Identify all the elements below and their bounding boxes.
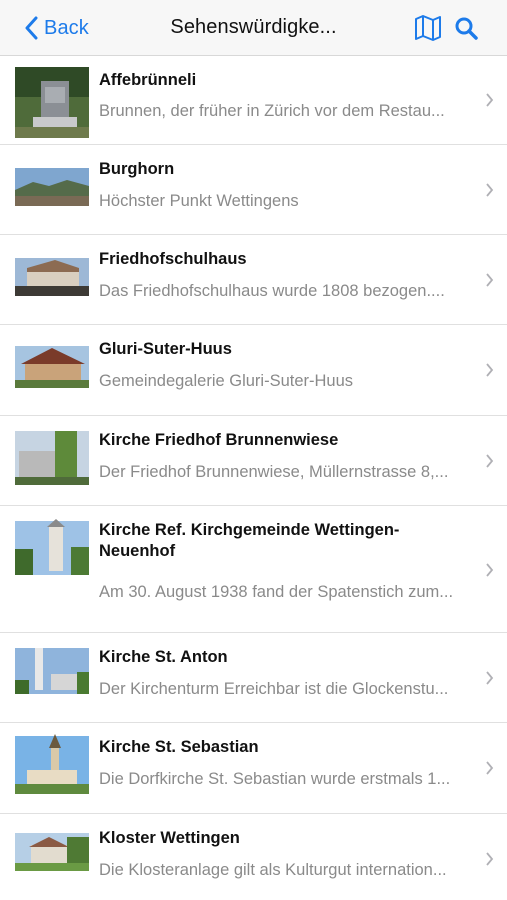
thumbnail-image bbox=[15, 644, 89, 715]
navigation-bar: Back Sehenswürdigke... bbox=[0, 0, 507, 56]
thumbnail-image bbox=[15, 825, 89, 896]
chevron-right-icon bbox=[486, 183, 494, 197]
list-item[interactable]: Kirche St. Sebastian Die Dorfkirche St. … bbox=[0, 723, 507, 814]
thumbnail-image bbox=[15, 156, 89, 227]
item-title: Kloster Wettingen bbox=[99, 829, 240, 847]
item-subtitle: Höchster Punkt Wettingens bbox=[99, 192, 299, 210]
item-title: Friedhofschulhaus bbox=[99, 250, 247, 268]
list-item[interactable]: Kirche Ref. Kirchgemeinde Wettingen-Neue… bbox=[0, 506, 507, 633]
search-icon[interactable] bbox=[454, 16, 478, 40]
chevron-right-icon bbox=[486, 454, 494, 468]
chevron-right-icon bbox=[486, 563, 494, 577]
list-item[interactable]: Affebrünneli Brunnen, der früher in Züri… bbox=[0, 56, 507, 145]
item-subtitle: Gemeindegalerie Gluri-Suter-Huus bbox=[99, 372, 354, 390]
item-subtitle: Die Klosteranlage gilt als Kulturgut int… bbox=[99, 861, 447, 879]
chevron-right-icon bbox=[486, 273, 494, 287]
list-item[interactable]: Kirche St. Anton Der Kirchenturm Erreich… bbox=[0, 633, 507, 723]
list-item[interactable]: Friedhofschulhaus Das Friedhofschulhaus … bbox=[0, 235, 507, 325]
chevron-right-icon bbox=[486, 761, 494, 775]
item-title: Affebrünneli bbox=[99, 71, 197, 89]
item-title: Kirche St. Sebastian bbox=[99, 738, 259, 756]
item-title: Gluri-Suter-Huus bbox=[99, 340, 232, 358]
item-title: Kirche Friedhof Brunnenwiese bbox=[99, 431, 339, 449]
item-subtitle: Am 30. August 1938 fand der Spatenstich … bbox=[99, 583, 454, 601]
thumbnail-image bbox=[15, 336, 89, 407]
item-title: Burghorn bbox=[99, 160, 175, 178]
chevron-right-icon bbox=[486, 671, 494, 685]
chevron-right-icon bbox=[486, 852, 494, 866]
item-title: Kirche St. Anton bbox=[99, 648, 228, 666]
item-subtitle: Brunnen, der früher in Zürich vor dem Re… bbox=[99, 102, 445, 120]
item-subtitle: Der Friedhof Brunnenwiese, Müllernstrass… bbox=[99, 463, 449, 481]
thumbnail-image bbox=[15, 427, 89, 498]
chevron-right-icon bbox=[486, 93, 494, 107]
item-title: Kirche Ref. Kirchgemeinde Wettingen-Neue… bbox=[99, 521, 400, 560]
thumbnail-image bbox=[15, 734, 89, 805]
item-subtitle: Das Friedhofschulhaus wurde 1808 bezogen… bbox=[99, 282, 445, 300]
chevron-right-icon bbox=[486, 363, 494, 377]
thumbnail-image bbox=[15, 246, 89, 317]
thumbnail-image bbox=[15, 517, 89, 588]
thumbnail-image bbox=[15, 67, 89, 138]
list-item[interactable]: Kloster Wettingen Die Klosteranlage gilt… bbox=[0, 814, 507, 900]
sights-list: Affebrünneli Brunnen, der früher in Züri… bbox=[0, 56, 507, 900]
map-icon[interactable] bbox=[414, 15, 442, 41]
item-subtitle: Der Kirchenturm Erreichbar ist die Glock… bbox=[99, 680, 449, 698]
item-subtitle: Die Dorfkirche St. Sebastian wurde erstm… bbox=[99, 770, 451, 788]
list-item[interactable]: Gluri-Suter-Huus Gemeindegalerie Gluri-S… bbox=[0, 325, 507, 416]
list-item[interactable]: Kirche Friedhof Brunnenwiese Der Friedho… bbox=[0, 416, 507, 506]
list-item[interactable]: Burghorn Höchster Punkt Wettingens bbox=[0, 145, 507, 235]
